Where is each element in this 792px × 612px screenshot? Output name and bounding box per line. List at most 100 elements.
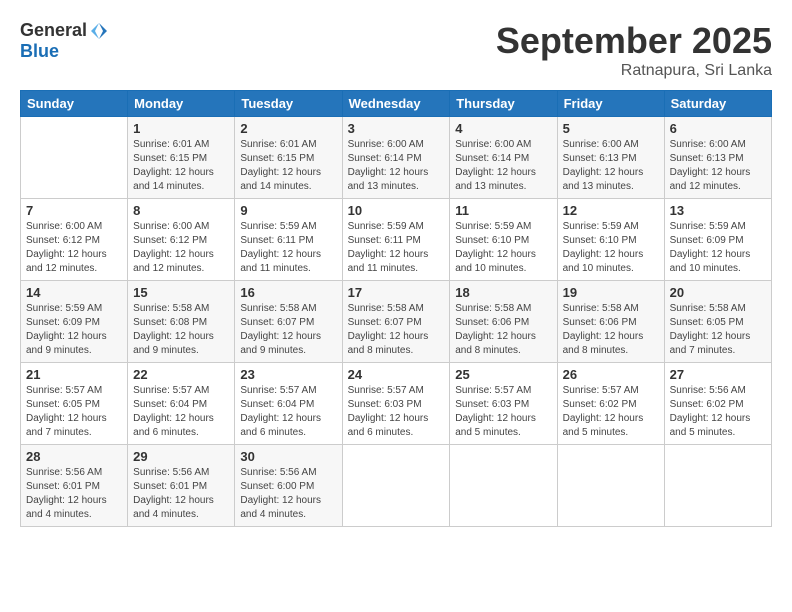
day-number: 21 [26, 367, 122, 382]
day-info: Sunrise: 5:56 AM Sunset: 6:02 PM Dayligh… [670, 384, 766, 440]
calendar-cell: 27 Sunrise: 5:56 AM Sunset: 6:02 PM Dayli… [664, 363, 771, 445]
day-info: Sunrise: 5:57 AM Sunset: 6:05 PM Dayligh… [26, 384, 122, 440]
day-number: 30 [240, 449, 336, 464]
weekday-header-wednesday: Wednesday [342, 91, 450, 117]
calendar-week-4: 21 Sunrise: 5:57 AM Sunset: 6:05 PM Dayli… [21, 363, 772, 445]
weekday-header-sunday: Sunday [21, 91, 128, 117]
calendar-week-2: 7 Sunrise: 6:00 AM Sunset: 6:12 PM Daylig… [21, 199, 772, 281]
page-header: General Blue September 2025 Ratnapura, S… [20, 20, 772, 80]
calendar-cell: 17 Sunrise: 5:58 AM Sunset: 6:07 PM Dayli… [342, 281, 450, 363]
calendar-cell: 10Sunrise: 5:59 AM Sunset: 6:11 PM Dayli… [342, 199, 450, 281]
calendar-cell [450, 445, 557, 527]
calendar-cell: 26 Sunrise: 5:57 AM Sunset: 6:02 PM Dayli… [557, 363, 664, 445]
day-number: 20 [670, 285, 766, 300]
day-info: Sunrise: 5:58 AM Sunset: 6:07 PM Dayligh… [348, 302, 445, 358]
day-number: 26 [563, 367, 659, 382]
day-number: 3 [348, 121, 445, 136]
calendar-cell: 5 Sunrise: 6:00 AM Sunset: 6:13 PM Daylig… [557, 117, 664, 199]
day-number: 19 [563, 285, 659, 300]
day-number: 14 [26, 285, 122, 300]
day-info: Sunrise: 5:57 AM Sunset: 6:03 PM Dayligh… [348, 384, 445, 440]
calendar-cell [557, 445, 664, 527]
day-number: 1 [133, 121, 229, 136]
weekday-header-thursday: Thursday [450, 91, 557, 117]
weekday-header-monday: Monday [128, 91, 235, 117]
calendar-cell: 19 Sunrise: 5:58 AM Sunset: 6:06 PM Dayli… [557, 281, 664, 363]
day-number: 29 [133, 449, 229, 464]
calendar-cell: 8 Sunrise: 6:00 AM Sunset: 6:12 PM Daylig… [128, 199, 235, 281]
day-info: Sunrise: 5:59 AM Sunset: 6:09 PM Dayligh… [670, 220, 766, 276]
title-block: September 2025 Ratnapura, Sri Lanka [496, 20, 772, 80]
day-info: Sunrise: 5:57 AM Sunset: 6:02 PM Dayligh… [563, 384, 659, 440]
calendar-cell: 11Sunrise: 5:59 AM Sunset: 6:10 PM Dayli… [450, 199, 557, 281]
day-number: 18 [455, 285, 551, 300]
day-number: 27 [670, 367, 766, 382]
day-info: Sunrise: 6:00 AM Sunset: 6:13 PM Dayligh… [670, 138, 766, 194]
day-info: Sunrise: 5:59 AM Sunset: 6:11 PM Dayligh… [348, 220, 445, 276]
calendar-cell [342, 445, 450, 527]
calendar-cell: 9 Sunrise: 5:59 AM Sunset: 6:11 PM Daylig… [235, 199, 342, 281]
day-number: 24 [348, 367, 445, 382]
calendar-cell [21, 117, 128, 199]
weekday-header-saturday: Saturday [664, 91, 771, 117]
calendar-cell: 16Sunrise: 5:58 AM Sunset: 6:07 PM Dayli… [235, 281, 342, 363]
calendar-cell: 30 Sunrise: 5:56 AM Sunset: 6:00 PM Dayli… [235, 445, 342, 527]
logo-blue-text: Blue [20, 41, 59, 62]
day-number: 5 [563, 121, 659, 136]
month-title: September 2025 [496, 20, 772, 62]
day-info: Sunrise: 6:01 AM Sunset: 6:15 PM Dayligh… [133, 138, 229, 194]
calendar-cell: 21 Sunrise: 5:57 AM Sunset: 6:05 PM Dayli… [21, 363, 128, 445]
day-number: 6 [670, 121, 766, 136]
calendar-week-3: 14 Sunrise: 5:59 AM Sunset: 6:09 PM Dayli… [21, 281, 772, 363]
day-info: Sunrise: 5:56 AM Sunset: 6:01 PM Dayligh… [26, 466, 122, 522]
calendar-week-5: 28Sunrise: 5:56 AM Sunset: 6:01 PM Dayli… [21, 445, 772, 527]
day-number: 7 [26, 203, 122, 218]
calendar-cell: 18Sunrise: 5:58 AM Sunset: 6:06 PM Dayli… [450, 281, 557, 363]
day-info: Sunrise: 5:59 AM Sunset: 6:11 PM Dayligh… [240, 220, 336, 276]
calendar-cell: 4Sunrise: 6:00 AM Sunset: 6:14 PM Daylig… [450, 117, 557, 199]
calendar-cell: 13Sunrise: 5:59 AM Sunset: 6:09 PM Dayli… [664, 199, 771, 281]
day-info: Sunrise: 5:57 AM Sunset: 6:04 PM Dayligh… [133, 384, 229, 440]
day-info: Sunrise: 6:00 AM Sunset: 6:12 PM Dayligh… [26, 220, 122, 276]
day-info: Sunrise: 6:00 AM Sunset: 6:12 PM Dayligh… [133, 220, 229, 276]
calendar-cell: 1 Sunrise: 6:01 AM Sunset: 6:15 PM Daylig… [128, 117, 235, 199]
day-number: 8 [133, 203, 229, 218]
day-info: Sunrise: 5:57 AM Sunset: 6:03 PM Dayligh… [455, 384, 551, 440]
day-info: Sunrise: 5:56 AM Sunset: 6:01 PM Dayligh… [133, 466, 229, 522]
day-number: 15 [133, 285, 229, 300]
day-info: Sunrise: 5:58 AM Sunset: 6:05 PM Dayligh… [670, 302, 766, 358]
day-info: Sunrise: 6:00 AM Sunset: 6:13 PM Dayligh… [563, 138, 659, 194]
calendar-cell: 12Sunrise: 5:59 AM Sunset: 6:10 PM Dayli… [557, 199, 664, 281]
calendar-cell: 6 Sunrise: 6:00 AM Sunset: 6:13 PM Daylig… [664, 117, 771, 199]
logo-general-text: General [20, 20, 87, 41]
calendar-cell: 7 Sunrise: 6:00 AM Sunset: 6:12 PM Daylig… [21, 199, 128, 281]
calendar-cell: 14 Sunrise: 5:59 AM Sunset: 6:09 PM Dayli… [21, 281, 128, 363]
calendar-cell: 24 Sunrise: 5:57 AM Sunset: 6:03 PM Dayli… [342, 363, 450, 445]
day-info: Sunrise: 5:57 AM Sunset: 6:04 PM Dayligh… [240, 384, 336, 440]
calendar-cell: 15 Sunrise: 5:58 AM Sunset: 6:08 PM Dayli… [128, 281, 235, 363]
logo: General Blue [20, 20, 109, 62]
day-number: 2 [240, 121, 336, 136]
calendar-header-row: SundayMondayTuesdayWednesdayThursdayFrid… [21, 91, 772, 117]
day-number: 25 [455, 367, 551, 382]
calendar-cell: 3 Sunrise: 6:00 AM Sunset: 6:14 PM Daylig… [342, 117, 450, 199]
day-info: Sunrise: 5:59 AM Sunset: 6:10 PM Dayligh… [563, 220, 659, 276]
day-info: Sunrise: 5:56 AM Sunset: 6:00 PM Dayligh… [240, 466, 336, 522]
day-info: Sunrise: 6:00 AM Sunset: 6:14 PM Dayligh… [348, 138, 445, 194]
logo-icon [89, 21, 109, 41]
day-info: Sunrise: 5:58 AM Sunset: 6:06 PM Dayligh… [563, 302, 659, 358]
day-info: Sunrise: 5:59 AM Sunset: 6:09 PM Dayligh… [26, 302, 122, 358]
location-title: Ratnapura, Sri Lanka [496, 62, 772, 80]
day-number: 17 [348, 285, 445, 300]
day-info: Sunrise: 6:01 AM Sunset: 6:15 PM Dayligh… [240, 138, 336, 194]
day-info: Sunrise: 6:00 AM Sunset: 6:14 PM Dayligh… [455, 138, 551, 194]
calendar-cell: 2 Sunrise: 6:01 AM Sunset: 6:15 PM Daylig… [235, 117, 342, 199]
day-number: 11 [455, 203, 551, 218]
day-info: Sunrise: 5:58 AM Sunset: 6:08 PM Dayligh… [133, 302, 229, 358]
calendar-cell: 28Sunrise: 5:56 AM Sunset: 6:01 PM Dayli… [21, 445, 128, 527]
calendar-cell: 25 Sunrise: 5:57 AM Sunset: 6:03 PM Dayli… [450, 363, 557, 445]
calendar-table: SundayMondayTuesdayWednesdayThursdayFrid… [20, 90, 772, 527]
day-number: 9 [240, 203, 336, 218]
calendar-cell: 23Sunrise: 5:57 AM Sunset: 6:04 PM Dayli… [235, 363, 342, 445]
calendar-cell [664, 445, 771, 527]
